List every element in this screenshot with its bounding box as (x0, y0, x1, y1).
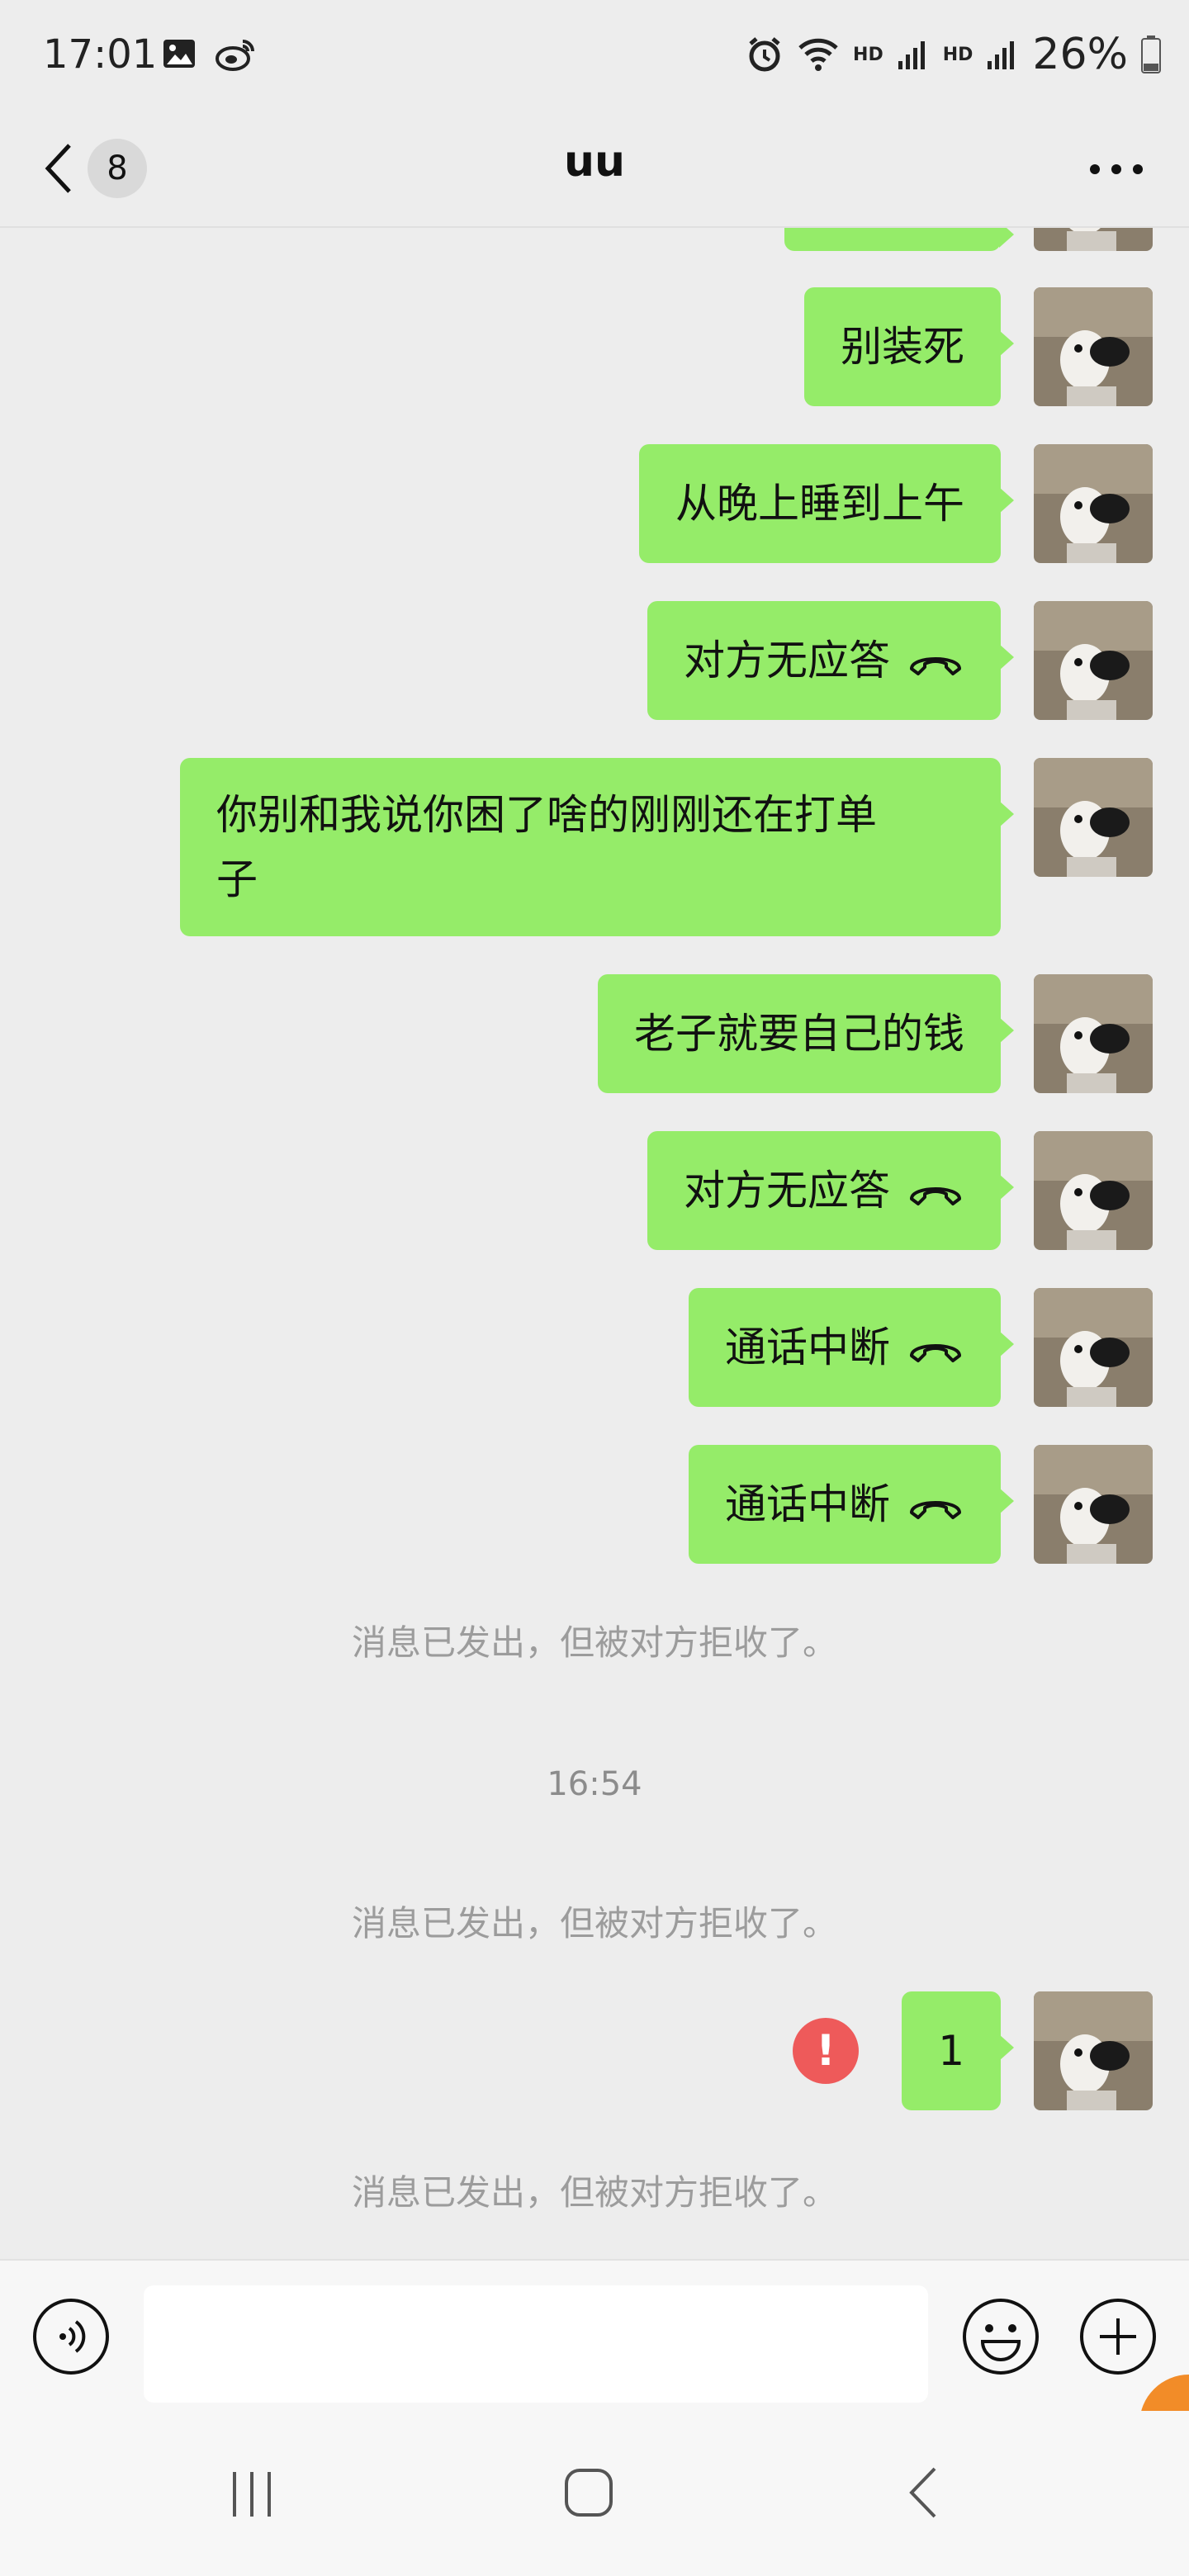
message-bubble[interactable]: 你别和我说你困了啥的刚刚还在打单 子 (180, 758, 1014, 936)
hd-label: HD (853, 44, 883, 65)
avatar[interactable] (1034, 758, 1153, 877)
system-navigation-bar (0, 2411, 1189, 2576)
message-text: 从晚上睡到上午 (675, 480, 964, 528)
plus-icon (1080, 2299, 1156, 2375)
message-text-line: 子 (216, 855, 258, 903)
call-end-icon (910, 656, 961, 675)
avatar[interactable] (1034, 228, 1153, 251)
system-back-button[interactable] (900, 2464, 950, 2525)
emoji-button[interactable] (961, 2297, 1040, 2376)
message-bubble[interactable]: 1 (902, 1991, 1014, 2110)
weibo-icon (216, 40, 254, 71)
more-actions-button[interactable] (1078, 2297, 1158, 2376)
message-bubble[interactable]: 从晚上睡到上午 (639, 444, 1014, 563)
avatar[interactable] (1034, 601, 1153, 720)
avatar[interactable] (1034, 444, 1153, 563)
message-text: 老子就要自己的钱 (634, 1010, 964, 1058)
message-text: 1 (938, 2027, 964, 2075)
status-time: 17:01 (43, 31, 158, 78)
avatar[interactable] (1034, 1991, 1153, 2110)
message-text: 对方无应答 (684, 1167, 890, 1215)
message-text: 通话中断 (725, 1480, 890, 1528)
call-record-bubble[interactable]: 对方无应答 (647, 1131, 1014, 1250)
call-end-icon (910, 1343, 961, 1362)
alarm-icon (749, 37, 780, 72)
message-text-line: 你别和我说你困了啥的刚刚还在打单 (216, 791, 877, 839)
system-message: 消息已发出，但被对方拒收了。 (351, 1903, 837, 1944)
call-record-bubble[interactable]: 对方无应答 (647, 601, 1014, 720)
image-icon (163, 40, 195, 68)
avatar[interactable] (1034, 974, 1153, 1093)
home-icon (565, 2469, 613, 2517)
message-text: 对方无应答 (684, 637, 890, 684)
more-horizontal-icon (1090, 164, 1143, 174)
avatar[interactable] (1034, 287, 1153, 406)
battery-icon (1141, 36, 1161, 73)
timestamp: 16:54 (547, 1765, 642, 1803)
call-record-bubble[interactable]: 通话中断 (689, 1445, 1014, 1564)
message-input[interactable] (144, 2285, 928, 2403)
battery-percent: 26% (1032, 30, 1128, 79)
chat-title: uu (563, 137, 626, 187)
message-list[interactable]: 别装死 从晚上睡到上午 对方无应答 你别和我说你困了啥的刚刚还在打单 子 老子就… (0, 228, 1189, 2259)
avatar[interactable] (1034, 1288, 1153, 1407)
back-icon (909, 2467, 936, 2518)
recents-button[interactable] (223, 2465, 281, 2526)
system-message: 消息已发出，但被对方拒收了。 (351, 1622, 837, 1663)
message-text: 别装死 (841, 323, 964, 371)
message-bubble[interactable] (784, 228, 1014, 251)
call-end-icon (910, 1186, 961, 1205)
wifi-icon (798, 38, 838, 71)
message-bubble[interactable]: 别装死 (804, 287, 1014, 406)
hd-label: HD (942, 44, 973, 65)
status-bar: 17:01 HD HD 26% (0, 0, 1189, 112)
message-text: 通话中断 (725, 1324, 890, 1371)
home-button[interactable] (560, 2464, 618, 2525)
emoji-icon (963, 2299, 1039, 2375)
voice-icon (33, 2299, 109, 2375)
system-message: 消息已发出，但被对方拒收了。 (351, 2172, 837, 2213)
avatar[interactable] (1034, 1131, 1153, 1250)
call-end-icon (910, 1500, 961, 1519)
signal-icon (898, 41, 925, 69)
call-record-bubble[interactable]: 通话中断 (689, 1288, 1014, 1407)
avatar[interactable] (1034, 1445, 1153, 1564)
message-bubble[interactable]: 老子就要自己的钱 (598, 974, 1014, 1093)
chat-header: 8 uu (0, 112, 1189, 228)
recents-icon (233, 2472, 271, 2517)
send-failed-icon[interactable]: ! (793, 2018, 859, 2084)
input-bar (0, 2259, 1189, 2413)
signal-icon (988, 41, 1015, 69)
voice-button[interactable] (31, 2297, 111, 2376)
more-button[interactable] (1083, 147, 1149, 192)
